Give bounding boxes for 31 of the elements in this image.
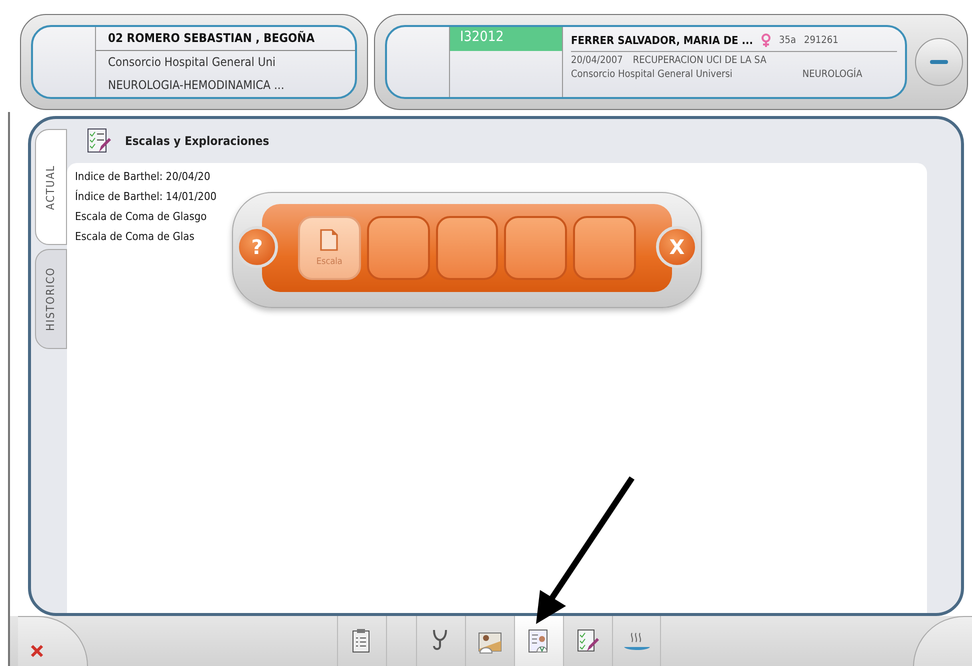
empty-slot (436, 216, 498, 280)
admission-date: 20/04/2007 (571, 55, 623, 66)
toolbar-button[interactable] (612, 616, 661, 666)
minimize-icon (930, 60, 948, 64)
side-tab[interactable]: ACTUAL (35, 129, 67, 245)
unit-name: RECUPERACION UCI DE LA SA (632, 55, 766, 66)
scale-entry[interactable]: Índice de Barthel: 14/01/200 (75, 187, 217, 207)
patient-name: 02 ROMERO SEBASTIAN , BEGOÑA (96, 27, 355, 51)
hospital-name: Consorcio Hospital General Uni (107, 54, 277, 71)
patient-id: I32012 (450, 27, 562, 51)
empty-slot (366, 216, 430, 280)
department-name: NEUROLOGÍA (802, 69, 862, 80)
close-icon[interactable] (30, 644, 44, 658)
side-tab[interactable]: HISTORICO (35, 249, 67, 349)
scale-entry[interactable]: Escala de Coma de Glas (75, 227, 194, 247)
checklist-pencil-icon (87, 128, 111, 154)
document-icon (320, 229, 338, 251)
patient-name: FERRER SALVADOR, MARIA DE ... (571, 34, 754, 46)
hospital-name: Consorcio Hospital General Universi (571, 69, 732, 80)
section-title: Escalas y Exploraciones (125, 134, 270, 148)
minimize-button[interactable] (915, 38, 963, 86)
empty-slot (573, 216, 636, 280)
record-number: 291261 (804, 34, 838, 46)
female-icon (761, 33, 772, 47)
corner-panel (913, 616, 972, 666)
empty-slot (504, 216, 568, 280)
scale-entry[interactable]: Indice de Barthel: 20/04/20 (75, 167, 210, 187)
scale-entry[interactable]: Escala de Coma de Glasgo (75, 207, 207, 227)
toolbar-button[interactable] (514, 616, 563, 666)
department-name: NEUROLOGIA-HEMODINAMICA ... (107, 77, 286, 94)
patient-age: 35a (779, 34, 796, 46)
